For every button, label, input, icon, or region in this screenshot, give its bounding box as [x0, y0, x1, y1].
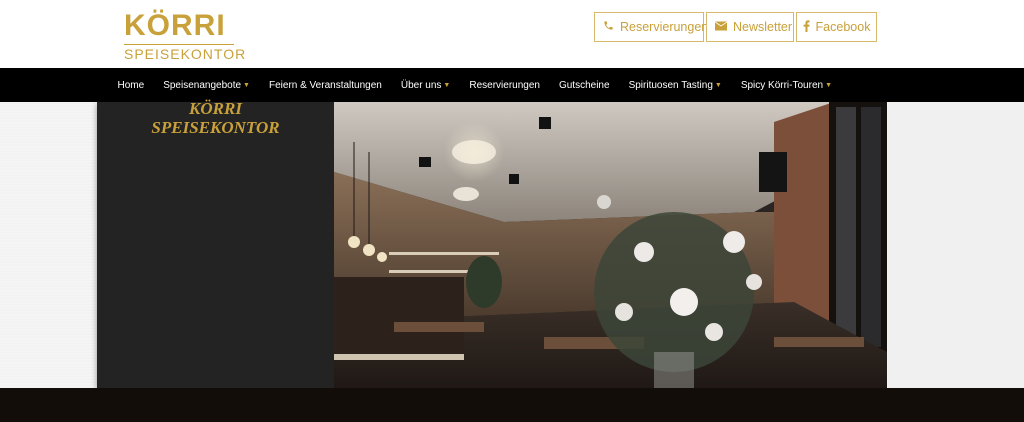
- nav-item-label: Spicy Körri-Touren: [740, 79, 824, 91]
- caret-down-icon: ▼: [443, 81, 451, 89]
- site-logo[interactable]: KÖRRI SPEISEKONTOR: [122, 9, 245, 62]
- nav-item-spirituosen-tasting[interactable]: Spirituosen Tasting ▼: [619, 80, 731, 91]
- site-header: KÖRRI SPEISEKONTOR Reservierungen Newsle…: [0, 0, 1024, 68]
- panel-title-line1: KÖRRI: [189, 99, 242, 118]
- main-navigation: Home Speisenangebote ▼ Feiern & Veranstal…: [0, 68, 1024, 102]
- facebook-button[interactable]: Facebook: [796, 12, 877, 42]
- logo-subtitle: SPEISEKONTOR: [124, 46, 247, 62]
- nav-item-speisenangebote[interactable]: Speisenangebote ▼: [154, 80, 260, 91]
- reservations-label: Reservierungen: [620, 20, 709, 34]
- next-section-strip: [0, 388, 1024, 422]
- nav-item-reservierungen[interactable]: Reservierungen: [460, 80, 550, 91]
- nav-item-label: Spirituosen Tasting: [628, 79, 713, 91]
- caret-down-icon: ▼: [825, 81, 833, 89]
- nav-item-label: Home: [117, 79, 145, 91]
- nav-item-spicy-koerri-touren[interactable]: Spicy Körri-Touren ▼: [731, 80, 841, 91]
- intro-panel: KÖRRI SPEISEKONTOR: [97, 99, 334, 388]
- header-button-group: Reservierungen Newsletter Facebook: [594, 12, 879, 42]
- page-background-right: [888, 102, 1024, 388]
- facebook-label: Facebook: [815, 20, 871, 34]
- reservations-button[interactable]: Reservierungen: [594, 12, 708, 42]
- nav-item-gutscheine[interactable]: Gutscheine: [549, 80, 619, 91]
- nav-item-label: Reservierungen: [469, 79, 540, 91]
- nav-item-label: Über uns: [400, 79, 442, 91]
- nav-item-ueber-uns[interactable]: Über uns ▼: [391, 80, 460, 91]
- newsletter-button[interactable]: Newsletter: [706, 12, 794, 42]
- nav-item-label: Speisenangebote: [163, 79, 242, 91]
- facebook-icon: [803, 19, 810, 35]
- panel-title-line2: SPEISEKONTOR: [151, 118, 280, 137]
- logo-wordmark: KÖRRI: [124, 9, 226, 42]
- envelope-icon: [715, 20, 727, 34]
- nav-item-label: Gutscheine: [558, 79, 610, 91]
- phone-icon: [603, 20, 614, 34]
- caret-down-icon: ▼: [243, 81, 250, 89]
- nav-item-label: Feiern & Veranstaltungen: [268, 79, 382, 91]
- nav-item-feiern-veranstaltungen[interactable]: Feiern & Veranstaltungen: [259, 80, 391, 91]
- caret-down-icon: ▼: [714, 81, 722, 89]
- newsletter-label: Newsletter: [733, 20, 793, 34]
- logo-divider: [124, 44, 234, 45]
- nav-item-home[interactable]: Home: [108, 80, 154, 91]
- restaurant-interior-photo: [334, 102, 887, 400]
